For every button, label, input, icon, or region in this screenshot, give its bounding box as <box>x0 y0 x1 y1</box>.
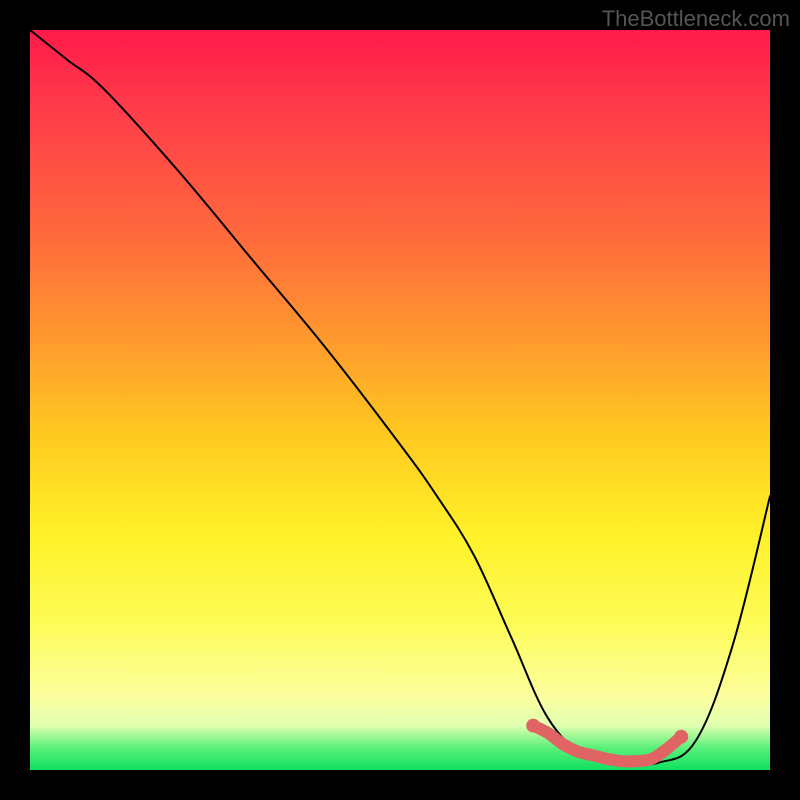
highlight-dot <box>674 730 688 744</box>
highlight-segment <box>533 726 681 762</box>
highlight-dot <box>526 719 540 733</box>
chart-svg <box>30 30 770 770</box>
plot-area <box>30 30 770 770</box>
main-curve-line <box>30 30 770 765</box>
watermark-text: TheBottleneck.com <box>602 6 790 32</box>
